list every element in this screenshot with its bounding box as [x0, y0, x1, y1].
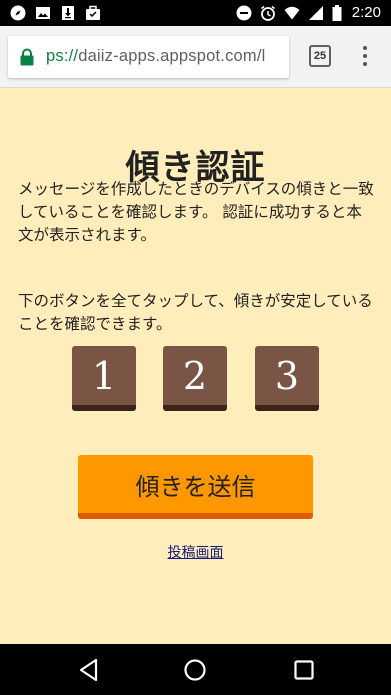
recent-apps-icon[interactable] — [291, 657, 317, 683]
address-bar[interactable]: ps://daiiz-apps.appspot.com/l — [8, 36, 289, 78]
briefcase-icon — [86, 5, 100, 20]
overflow-menu-button[interactable] — [355, 43, 375, 69]
compass-icon — [10, 5, 26, 21]
url-host: daiiz-apps.appspot.com/l — [78, 47, 266, 65]
download-icon — [62, 6, 74, 20]
alarm-icon — [260, 5, 275, 21]
url-text: ps://daiiz-apps.appspot.com/l — [46, 47, 266, 66]
tilt-button-1[interactable]: 1 — [72, 346, 136, 411]
notification-icons — [10, 5, 101, 21]
post-screen-link[interactable]: 投稿画面 — [0, 542, 391, 562]
tab-switcher-button[interactable]: 25 — [309, 45, 331, 67]
tilt-button-2[interactable]: 2 — [163, 346, 227, 411]
navigation-bar — [0, 644, 391, 695]
instruction-text: 下のボタンを全てタップして、傾きが安定していることを確認できます。 — [18, 292, 373, 333]
page-content: 傾き認証 メッセージを作成したときのデバイスの傾きと一致していることを確認します… — [0, 88, 391, 644]
browser-toolbar: ps://daiiz-apps.appspot.com/l 25 — [0, 26, 391, 88]
menu-dot — [363, 46, 367, 50]
menu-dot — [363, 62, 367, 66]
description-text: メッセージを作成したときのデバイスの傾きと一致していることを確認します。 認証に… — [18, 180, 374, 244]
home-icon[interactable] — [182, 657, 208, 683]
lock-icon — [20, 48, 34, 66]
signal-icon — [308, 5, 323, 20]
system-icons: 2:20 — [236, 4, 381, 21]
status-bar: 2:20 — [0, 0, 391, 26]
menu-dot — [363, 54, 367, 58]
wifi-icon — [284, 6, 300, 19]
clock: 2:20 — [351, 4, 381, 21]
battery-icon — [332, 4, 342, 21]
url-scheme: ps:// — [46, 47, 79, 65]
send-tilt-button[interactable]: 傾きを送信 — [78, 455, 313, 519]
image-icon — [36, 7, 50, 19]
back-icon[interactable] — [76, 657, 102, 683]
tilt-button-3[interactable]: 3 — [255, 346, 319, 411]
minus-circle-icon — [236, 5, 252, 20]
